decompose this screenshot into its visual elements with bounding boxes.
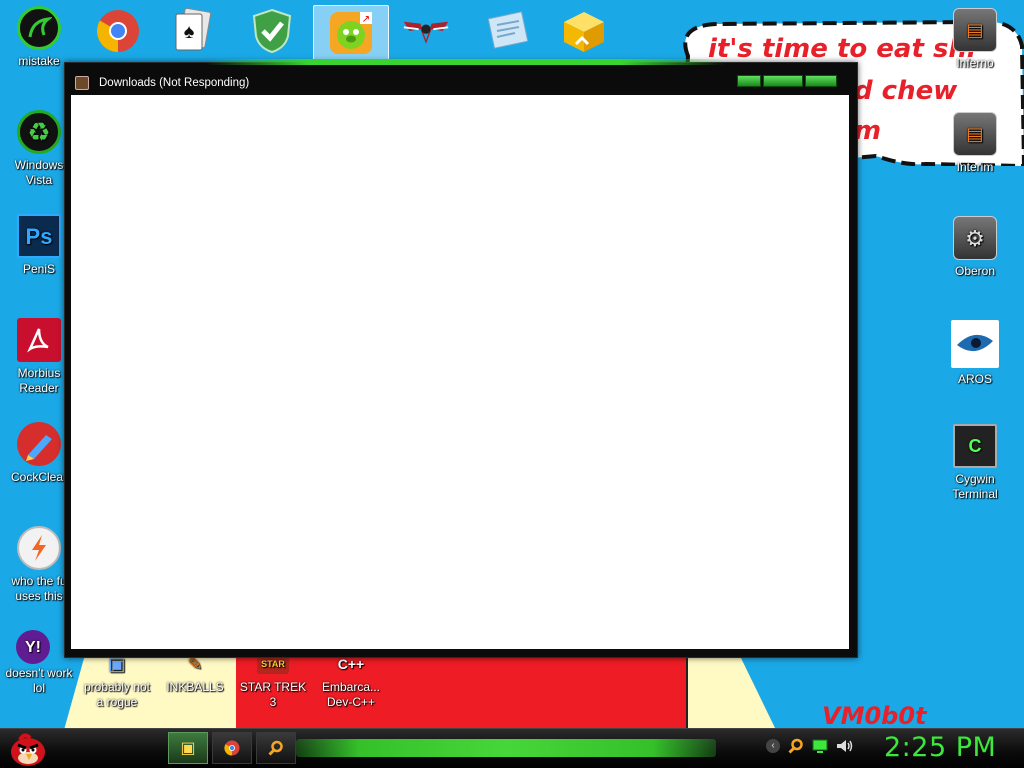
recycle-bin-icon: ♻: [17, 110, 61, 154]
taskbar-glow: [296, 739, 716, 757]
pdf-reader-icon: [17, 318, 61, 362]
window-controls: [737, 75, 837, 87]
desktop-icon-label: STAR TREK 3: [239, 680, 307, 709]
window-client-area[interactable]: [71, 95, 849, 649]
wallpaper-text-line-2: d chew: [854, 76, 958, 106]
maximize-button[interactable]: [763, 75, 803, 87]
razer-icon: [17, 6, 61, 50]
folder-settings-icon: ⚙: [953, 216, 997, 260]
search-icon: [268, 740, 283, 756]
desktop-icon-label: Interim: [956, 160, 994, 174]
desktop-icon-inkballs[interactable]: ✎ INKBALLS: [156, 652, 234, 695]
system-tray: ‹: [766, 738, 854, 754]
taskbar-chrome-button[interactable]: [212, 732, 252, 764]
ccleaner-icon: [17, 422, 61, 466]
desktop-icon-aros[interactable]: AROS: [936, 320, 1014, 387]
bad-piggies-icon[interactable]: ↗: [313, 5, 389, 61]
taskbar-clock[interactable]: 2:25 PM: [884, 732, 996, 763]
desktop-icon-label: probably not a rogue: [83, 680, 151, 709]
window-title: Downloads (Not Responding): [99, 77, 250, 89]
desktop-icon-label: doesn't work lol: [5, 666, 73, 695]
minimize-button[interactable]: [737, 75, 761, 87]
chrome-icon: [224, 740, 240, 756]
yahoo-messenger-icon: Y!: [16, 630, 50, 664]
desktop-icon-dev-cpp[interactable]: C++ Embarca... Dev-C++: [312, 652, 390, 710]
taskbar-search-button[interactable]: [256, 732, 296, 764]
window-titlebar[interactable]: Downloads (Not Responding): [65, 63, 857, 95]
file-explorer-icon: ▣: [180, 740, 196, 757]
downloads-window[interactable]: Downloads (Not Responding): [64, 59, 858, 658]
taskbar-file-explorer-button[interactable]: ▣: [168, 732, 208, 764]
winamp-icon: [17, 526, 61, 570]
desktop-icon-label: AROS: [957, 372, 992, 386]
desktop-icon-label: INKBALLS: [166, 680, 224, 694]
folder-toolbox-icon: ▤: [953, 112, 997, 156]
solitaire-icon[interactable]: ♠: [168, 6, 216, 56]
start-button[interactable]: [6, 730, 50, 768]
desktop-icon-mistake[interactable]: mistake: [0, 6, 78, 69]
volume-icon[interactable]: [836, 738, 854, 754]
desktop-icon-label: Embarca... Dev-C++: [321, 680, 381, 709]
desktop-icon-inferno[interactable]: ▤ Inferno: [936, 8, 1014, 71]
winged-badge-icon[interactable]: [402, 6, 450, 56]
desktop-icon-interim[interactable]: ▤ Interim: [936, 112, 1014, 175]
svg-text:↗: ↗: [362, 14, 370, 25]
wallpaper-yellow-shape-right: [686, 656, 776, 730]
terminal-icon: C: [953, 424, 997, 468]
photoshop-icon: Ps: [17, 214, 61, 258]
close-button[interactable]: [805, 75, 837, 87]
chrome-icon[interactable]: [94, 6, 142, 56]
taskbar: [0, 728, 1024, 768]
wallpaper-signature: VM0b0t: [822, 702, 927, 730]
wallpaper-text-line-3: m: [854, 116, 882, 146]
search-icon[interactable]: [788, 738, 804, 754]
desktop-icon-cygwin-terminal[interactable]: C Cygwin Terminal: [936, 424, 1014, 502]
back-icon[interactable]: ‹: [766, 739, 780, 753]
eye-icon: [951, 320, 999, 368]
desktop-icon-label: Cygwin Terminal: [952, 472, 998, 501]
downloads-app-icon: [75, 76, 89, 90]
desktop-icon-label: Oberon: [954, 264, 996, 278]
security-shield-icon[interactable]: [248, 6, 296, 56]
svg-text:♠: ♠: [184, 21, 195, 43]
desktop-icon-probably-not-a-rogue[interactable]: ▣ probably not a rogue: [78, 652, 156, 710]
desktop-icon-label: Inferno: [956, 56, 994, 70]
desktop-icon-oberon[interactable]: ⚙ Oberon: [936, 216, 1014, 279]
package-box-icon[interactable]: [560, 6, 608, 56]
notepad-icon[interactable]: [484, 6, 532, 56]
folder-toolbox-icon: ▤: [953, 8, 997, 52]
network-icon[interactable]: [812, 738, 828, 754]
desktop-icon-star-trek-3[interactable]: STAR STAR TREK 3: [234, 652, 312, 710]
